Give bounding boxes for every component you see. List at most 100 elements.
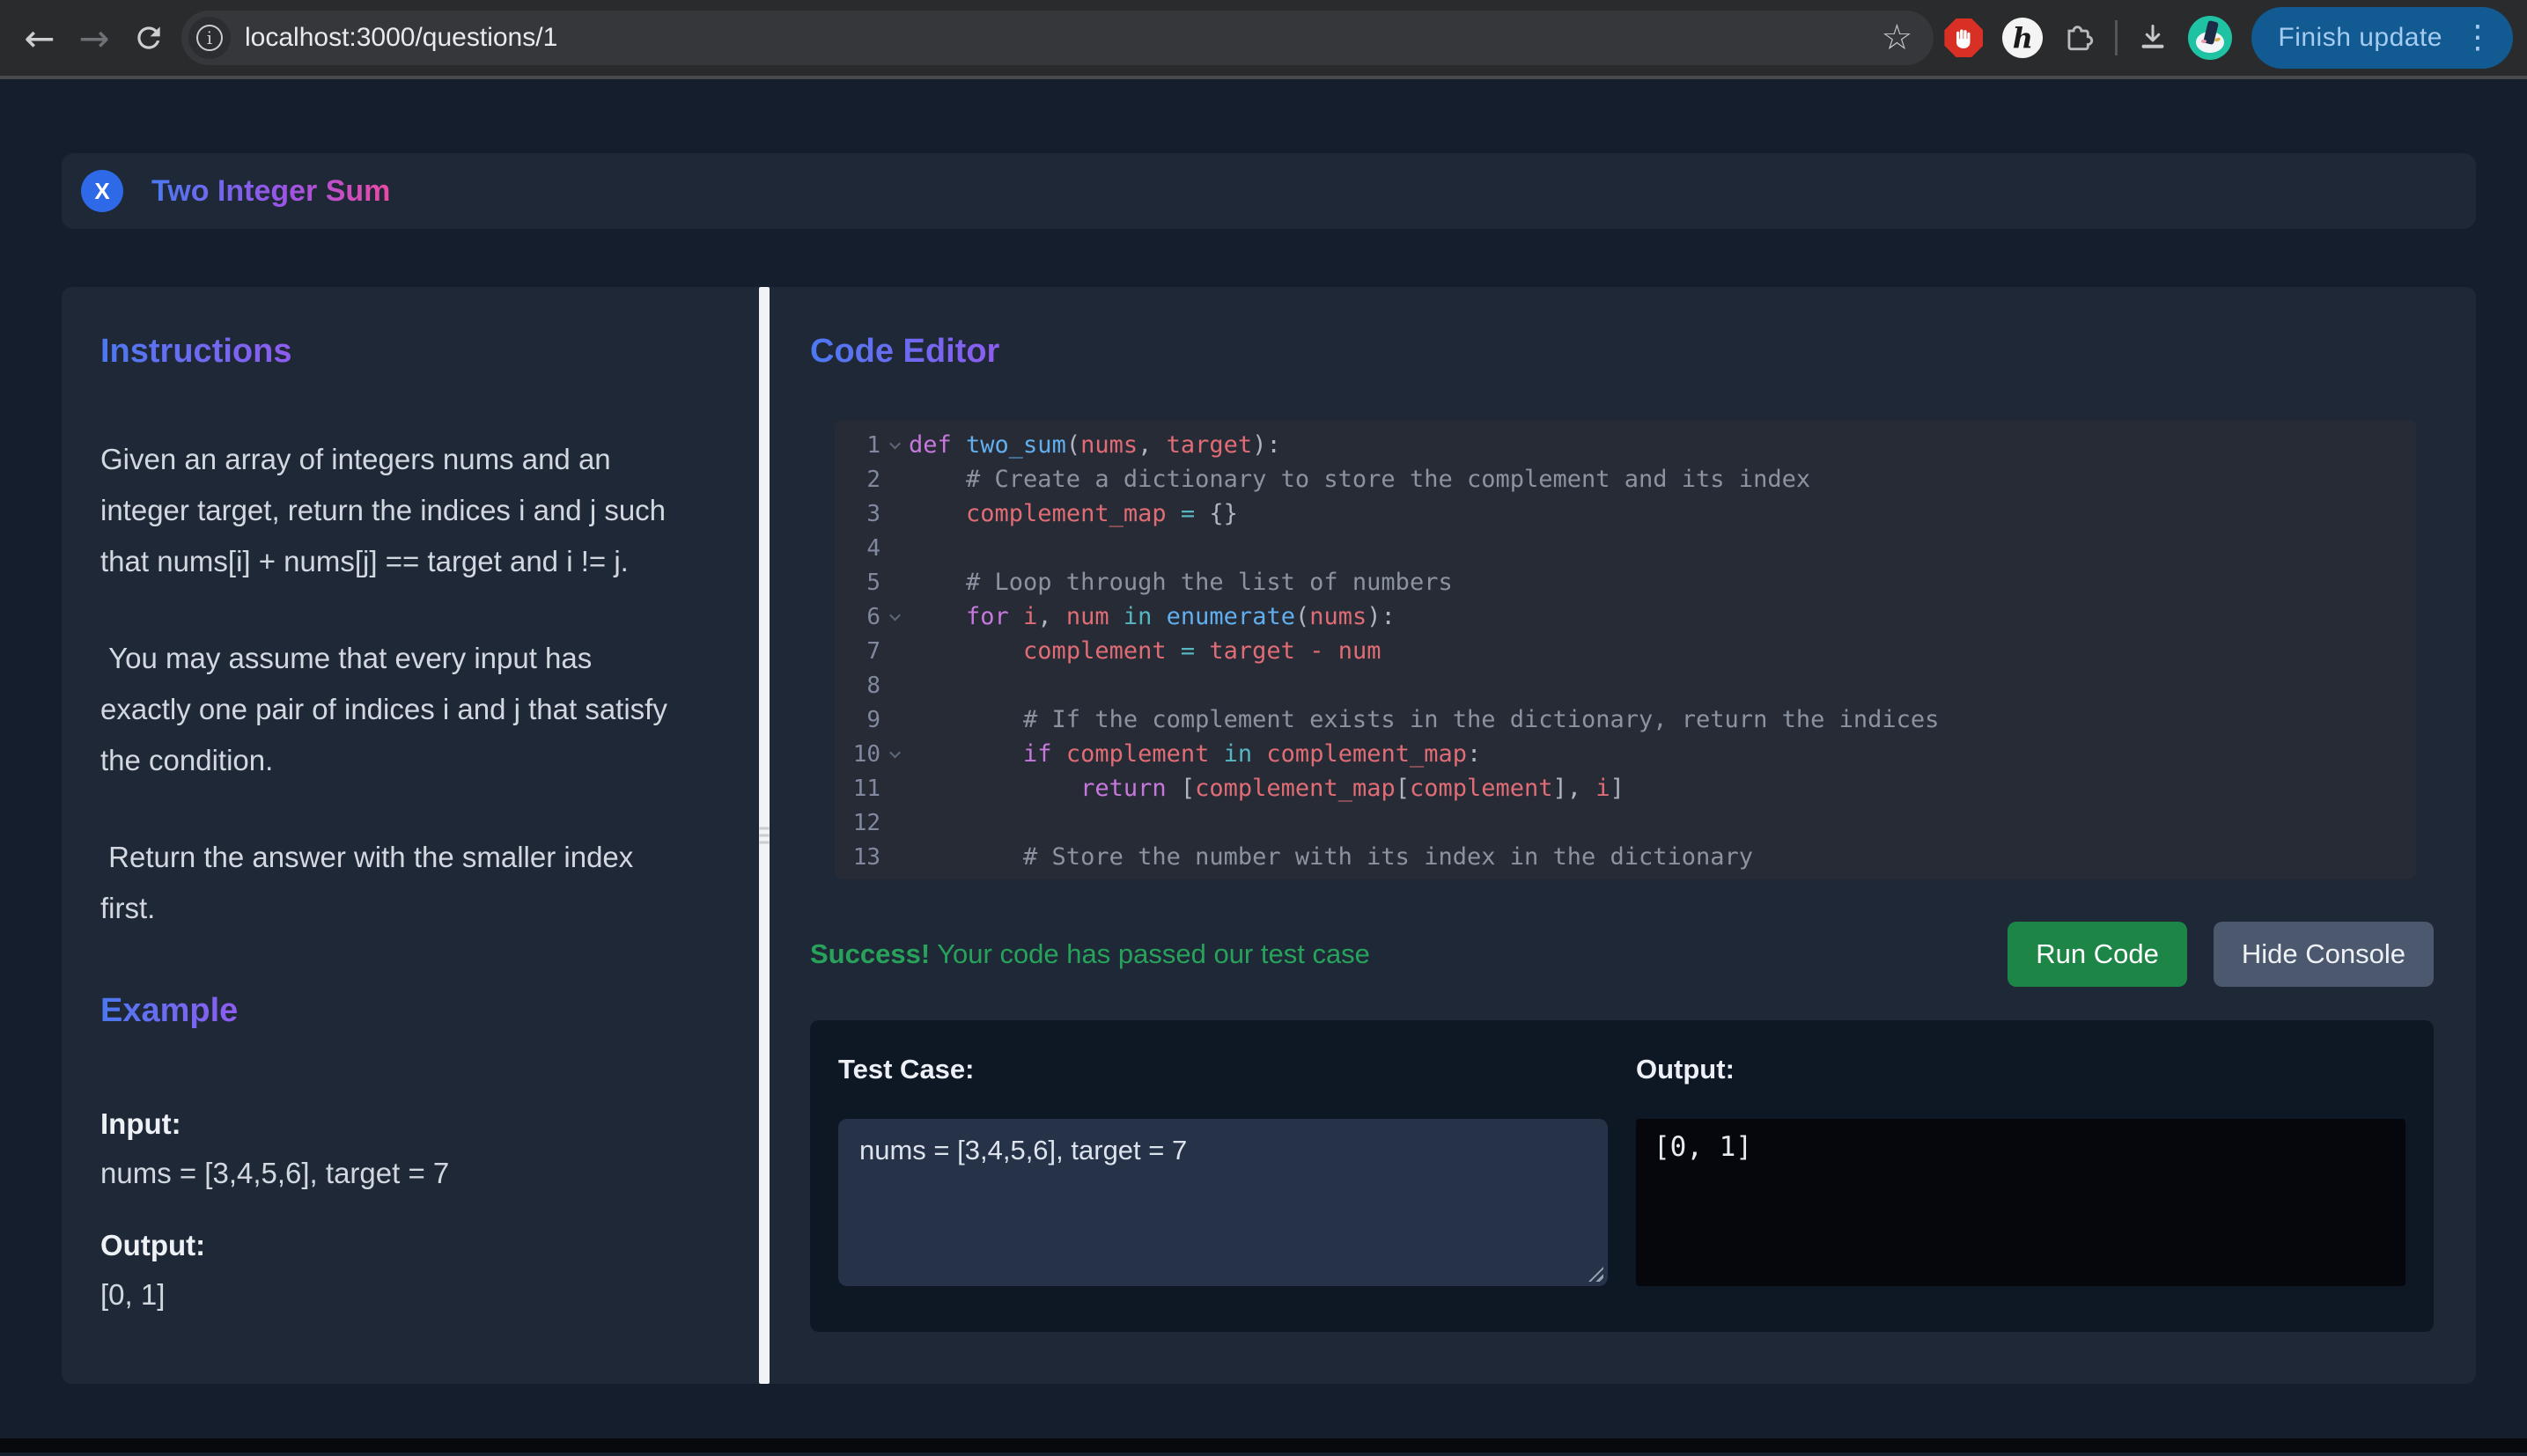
status-message-rest: Your code has passed our test case	[930, 938, 1370, 969]
line-number: 11	[849, 776, 880, 802]
status-message: Success! Your code has passed our test c…	[810, 938, 1370, 970]
download-icon	[2137, 22, 2169, 54]
code-line: 1 def two_sum(nums, target):	[849, 428, 2416, 462]
code-line: 11 return [complement_map[complement], i…	[849, 771, 2416, 805]
line-number: 9	[849, 707, 880, 733]
code-line: 2 # Create a dictionary to store the com…	[849, 462, 2416, 496]
forward-button[interactable]: →	[67, 11, 122, 65]
code-lines: 1def two_sum(nums, target):2 # Create a …	[849, 428, 2416, 874]
bookmark-star-icon[interactable]: ☆	[1882, 18, 1913, 58]
main-content: Instructions Given an array of integers …	[62, 287, 2476, 1384]
code-text: # Store the number with its index in the…	[909, 840, 1753, 874]
hand-icon	[1950, 25, 1977, 51]
question-header-card: X Two Integer Sum	[62, 153, 2476, 229]
profile-avatar[interactable]	[2188, 16, 2232, 60]
example-input-label: Input:	[100, 1107, 722, 1141]
instruction-paragraph: Return the answer with the smaller index…	[100, 832, 722, 934]
bottom-black-bar	[0, 1438, 2527, 1452]
console-output: [0, 1]	[1636, 1119, 2405, 1286]
editor-panel: Code Editor 1def two_sum(nums, target):2…	[770, 287, 2476, 1384]
line-number: 7	[849, 638, 880, 665]
action-buttons: Run Code Hide Console	[2008, 922, 2434, 987]
forward-arrow-icon: →	[78, 17, 109, 60]
instruction-paragraphs: Given an array of integers nums and an i…	[100, 434, 722, 934]
code-text: complement_map = {}	[909, 496, 1238, 531]
browser-toolbar: ← → i localhost:3000/questions/1 ☆ h	[0, 0, 2527, 79]
url-text[interactable]: localhost:3000/questions/1	[245, 23, 1882, 53]
code-line: 5 # Loop through the list of numbers	[849, 565, 2416, 599]
code-text: def two_sum(nums, target):	[909, 428, 1281, 462]
back-arrow-icon: ←	[24, 17, 55, 60]
code-text: return [complement_map[complement], i]	[909, 771, 1624, 805]
panel-resize-divider[interactable]	[759, 287, 770, 1384]
fold-chevron-icon[interactable]	[880, 750, 909, 758]
page-body: X Two Integer Sum Instructions Given an …	[0, 79, 2527, 1438]
example-output-value: [0, 1]	[100, 1278, 722, 1312]
info-icon: i	[196, 25, 223, 51]
reload-icon	[132, 21, 166, 55]
textarea-resize-handle-icon[interactable]	[1588, 1267, 1603, 1282]
example-input-value: nums = [3,4,5,6], target = 7	[100, 1157, 722, 1190]
code-line: 4	[849, 531, 2416, 565]
address-bar[interactable]: i localhost:3000/questions/1 ☆	[181, 11, 1934, 65]
line-number: 12	[849, 810, 880, 836]
adblock-extension-icon[interactable]	[1944, 18, 1983, 57]
example-output-label: Output:	[100, 1229, 722, 1262]
instruction-paragraph: You may assume that every input has exac…	[100, 633, 722, 786]
code-line: 7 complement = target - num	[849, 634, 2416, 668]
code-text: if complement in complement_map:	[909, 737, 1481, 771]
line-number: 5	[849, 570, 880, 596]
line-number: 13	[849, 844, 880, 871]
example-heading: Example	[100, 992, 238, 1030]
line-number: 3	[849, 501, 880, 527]
instructions-heading: Instructions	[100, 333, 291, 371]
status-message-bold: Success!	[810, 938, 930, 969]
line-number: 6	[849, 604, 880, 630]
page-title: Two Integer Sum	[151, 174, 390, 209]
line-number: 2	[849, 467, 880, 493]
example-io: Input: nums = [3,4,5,6], target = 7 Outp…	[100, 1107, 722, 1312]
code-text: # Create a dictionary to store the compl…	[909, 462, 1810, 496]
fold-chevron-icon[interactable]	[880, 441, 909, 449]
line-number: 4	[849, 535, 880, 562]
code-line: 8	[849, 668, 2416, 702]
instruction-paragraph: Given an array of integers nums and an i…	[100, 434, 722, 587]
site-info-button[interactable]: i	[188, 17, 231, 59]
test-case-textarea[interactable]: nums = [3,4,5,6], target = 7	[838, 1119, 1608, 1286]
divider-grip-icon	[760, 827, 770, 844]
test-case-column: Test Case: nums = [3,4,5,6], target = 7	[838, 1054, 1608, 1332]
fold-chevron-icon[interactable]	[880, 613, 909, 621]
console-panel: Test Case: nums = [3,4,5,6], target = 7 …	[810, 1020, 2434, 1332]
finish-update-label: Finish update	[2278, 23, 2442, 53]
code-editor[interactable]: 1def two_sum(nums, target):2 # Create a …	[835, 420, 2416, 879]
code-text: complement = target - num	[909, 634, 1381, 668]
output-label: Output:	[1636, 1054, 2405, 1085]
finish-update-button[interactable]: Finish update ⋮	[2251, 7, 2513, 69]
code-line: 10 if complement in complement_map:	[849, 737, 2416, 771]
honey-extension-icon[interactable]: h	[2002, 18, 2043, 58]
code-line: 3 complement_map = {}	[849, 496, 2416, 531]
code-text: for i, num in enumerate(nums):	[909, 599, 1396, 634]
code-line: 13 # Store the number with its index in …	[849, 840, 2416, 874]
line-number: 10	[849, 741, 880, 768]
toolbar-right: h Finish update ⋮	[1944, 7, 2513, 69]
toolbar-separator	[2115, 20, 2118, 55]
code-editor-heading: Code Editor	[810, 333, 999, 371]
hide-console-button[interactable]: Hide Console	[2214, 922, 2434, 987]
output-column: Output: [0, 1]	[1636, 1054, 2405, 1332]
question-badge: X	[81, 170, 123, 212]
test-case-label: Test Case:	[838, 1054, 1608, 1085]
run-code-button[interactable]: Run Code	[2008, 922, 2187, 987]
reload-button[interactable]	[122, 11, 176, 65]
line-number: 1	[849, 432, 880, 459]
downloads-button[interactable]	[2137, 22, 2169, 54]
code-line: 12	[849, 805, 2416, 840]
extensions-puzzle-icon[interactable]	[2062, 21, 2096, 55]
browser-menu-dots-icon[interactable]: ⋮	[2457, 22, 2499, 54]
code-line: 6 for i, num in enumerate(nums):	[849, 599, 2416, 634]
instructions-panel: Instructions Given an array of integers …	[62, 287, 759, 1384]
back-button[interactable]: ←	[12, 11, 67, 65]
status-row: Success! Your code has passed our test c…	[810, 922, 2434, 987]
code-text: # If the complement exists in the dictio…	[909, 702, 1939, 737]
line-number: 8	[849, 673, 880, 699]
